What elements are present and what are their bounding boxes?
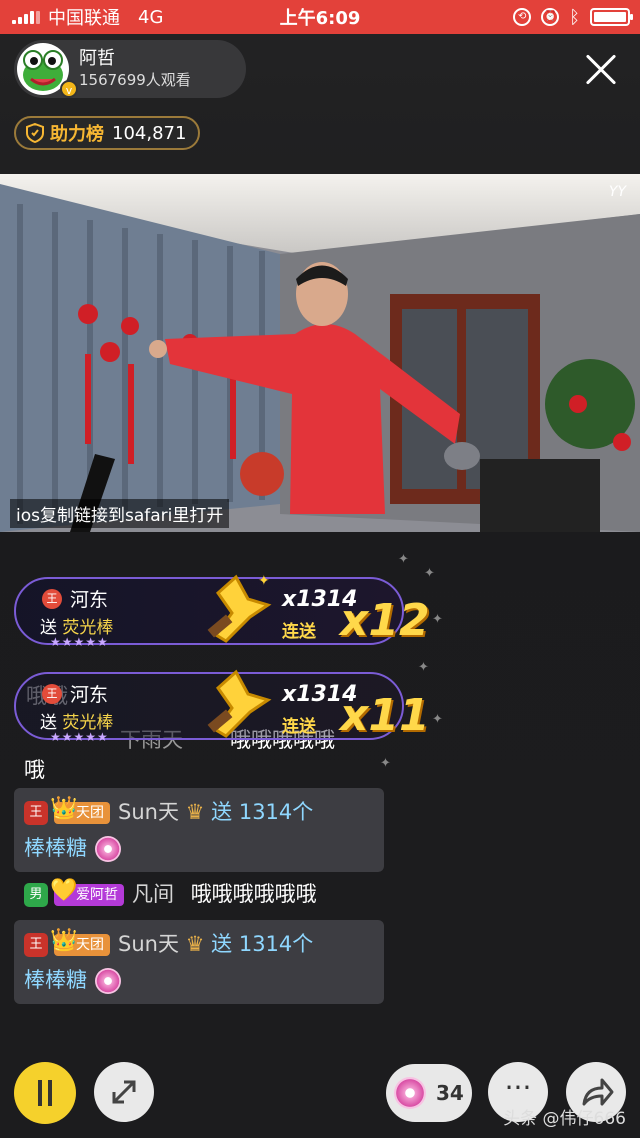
lollipop-icon [95, 836, 121, 862]
verified-badge: v [60, 80, 78, 98]
combo-count: x11 [340, 690, 430, 741]
crown-icon: ♛ [185, 800, 205, 824]
gift-name: 棒棒糖 [24, 836, 87, 860]
video-frame [0, 174, 640, 532]
bluetooth-icon: ᛒ [569, 6, 580, 28]
lollipop-gift-button[interactable]: 34 [386, 1064, 472, 1122]
close-button[interactable] [584, 52, 618, 86]
support-rank-button[interactable]: 助力榜 104,871 [14, 116, 200, 150]
sparkle-icon: ✦ [418, 660, 429, 675]
crown-icon: 👑 [50, 928, 78, 953]
video-player[interactable]: YY ios复制链接到safari里打开 [0, 174, 640, 532]
username[interactable]: Sun天 [118, 800, 179, 824]
live-stream-screen: 中国联通 4G 上午6:09 ⟲ ⏰ ᛒ v 阿哲 1567699人观看 助力榜… [0, 0, 640, 1138]
gift-banner: 王 河东 送 荧光棒 ★★★★★ x1314 连送 x11 [14, 669, 430, 744]
watermark: 头条 @伟仔666 [503, 1109, 626, 1129]
chat-text: 哦哦哦哦哦哦 [190, 882, 317, 906]
fan-badge: 👑 天团 [50, 798, 110, 824]
lollipop-count: 34 [436, 1081, 464, 1105]
glow-stick-icon: ✦ [207, 573, 272, 643]
level-badge: 王 [42, 684, 62, 704]
lollipop-icon [394, 1077, 426, 1109]
shield-icon [26, 123, 44, 143]
crown-icon: 👑 [50, 796, 78, 821]
username[interactable]: 凡间 [132, 882, 174, 906]
fan-badge: 💛 爱阿哲 [50, 880, 124, 906]
star-rating: ★★★★★ [50, 730, 109, 744]
gender-badge: 男 [24, 883, 48, 907]
status-bar: 中国联通 4G 上午6:09 ⟲ ⏰ ᛒ [0, 0, 640, 34]
sparkle-icon: ✦ [432, 612, 443, 627]
viewer-count: 1567699人观看 [79, 71, 191, 89]
combo-label: 连送 [282, 622, 316, 642]
svg-text:✦: ✦ [258, 573, 270, 589]
network-label: 4G [138, 6, 164, 28]
video-caption: ios复制链接到safari里打开 [10, 499, 230, 528]
level-badge: 王 [24, 801, 48, 825]
battery-icon [590, 8, 633, 26]
fullscreen-button[interactable] [94, 1062, 154, 1122]
heart-icon: 💛 [50, 878, 78, 903]
pause-button[interactable] [14, 1062, 76, 1124]
host-info-pill[interactable]: v 阿哲 1567699人观看 [14, 40, 246, 98]
sparkle-icon: ✦ [432, 712, 443, 727]
level-badge: 王 [24, 933, 48, 957]
sparkle-icon: ✦ [380, 756, 391, 771]
chat-message[interactable]: 王 👑 天团 Sun天 ♛ 送 1314个 棒棒糖 [14, 920, 384, 1004]
alarm-icon: ⏰ [541, 8, 560, 26]
gift-action: 送 1314个 [211, 932, 314, 956]
combo-label: 连送 [282, 717, 316, 737]
lollipop-icon [95, 968, 121, 994]
gift-sender: 河东 [70, 589, 109, 611]
carrier-label: 中国联通 [48, 8, 120, 29]
sparkle-icon: ✦ [424, 566, 435, 581]
gift-action: 送 1314个 [211, 800, 314, 824]
rank-label: 助力榜 [50, 124, 104, 145]
rank-value: 104,871 [112, 122, 187, 144]
signal-icon [12, 10, 40, 24]
star-rating: ★★★★★ [50, 635, 109, 649]
rotation-lock-icon: ⟲ [513, 8, 532, 26]
level-badge: 王 [42, 589, 62, 609]
sparkle-icon: ✦ [398, 552, 409, 567]
gift-sender: 河东 [70, 684, 109, 706]
crown-icon: ♛ [185, 932, 205, 956]
combo-count: x12 [340, 595, 430, 646]
host-name: 阿哲 [79, 48, 115, 69]
expand-icon [112, 1080, 136, 1104]
chat-message[interactable]: 男 💛 爱阿哲 凡间 哦哦哦哦哦哦 [24, 876, 317, 912]
glow-stick-icon [207, 669, 272, 738]
fan-badge: 👑 天团 [50, 930, 110, 956]
gift-banner: 王 河东 送 荧光棒 ★★★★★ ✦ x1314 连送 x12 [14, 573, 430, 649]
gift-name: 棒棒糖 [24, 968, 87, 992]
chat-message[interactable]: 王 👑 天团 Sun天 ♛ 送 1314个 棒棒糖 [14, 788, 384, 872]
username[interactable]: Sun天 [118, 932, 179, 956]
chat-line-obscured: 哦 [24, 758, 45, 782]
yy-logo: YY [608, 184, 626, 200]
